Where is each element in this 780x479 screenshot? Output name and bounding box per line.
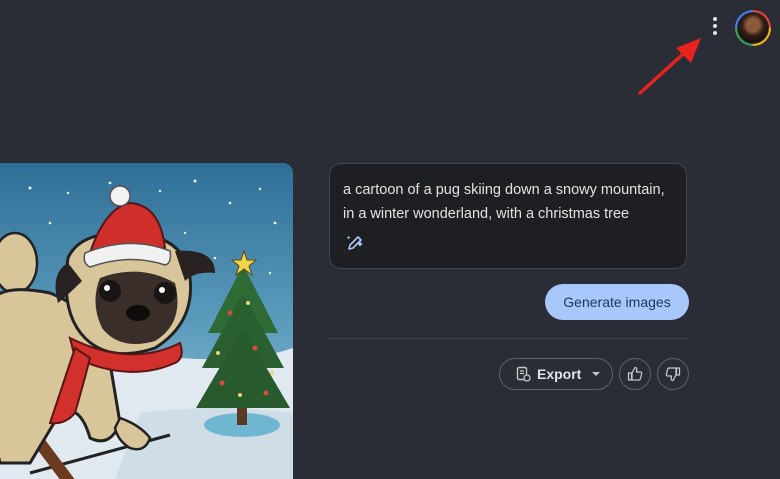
pug-illustration (0, 163, 293, 479)
more-vert-icon (713, 17, 717, 21)
thumbs-down-button[interactable] (657, 358, 689, 390)
export-label: Export (537, 366, 582, 382)
red-arrow-annotation (638, 38, 701, 95)
app-page: a cartoon of a pug skiing down a snowy m… (0, 0, 780, 479)
thumbs-up-button[interactable] (619, 358, 651, 390)
avatar-image (737, 12, 769, 44)
chevron-down-icon (592, 372, 601, 376)
export-doc-icon (516, 366, 531, 382)
thumbs-down-icon (665, 367, 681, 382)
export-button[interactable]: Export (499, 358, 613, 390)
divider (329, 338, 689, 339)
thumbs-up-icon (627, 366, 643, 381)
generate-images-button[interactable]: Generate images (545, 284, 689, 320)
generated-image[interactable] (0, 163, 293, 479)
prompt-text: a cartoon of a pug skiing down a snowy m… (343, 182, 665, 222)
edit-prompt-icon[interactable] (346, 234, 364, 252)
prompt-card: a cartoon of a pug skiing down a snowy m… (329, 163, 687, 269)
avatar[interactable] (735, 10, 771, 46)
